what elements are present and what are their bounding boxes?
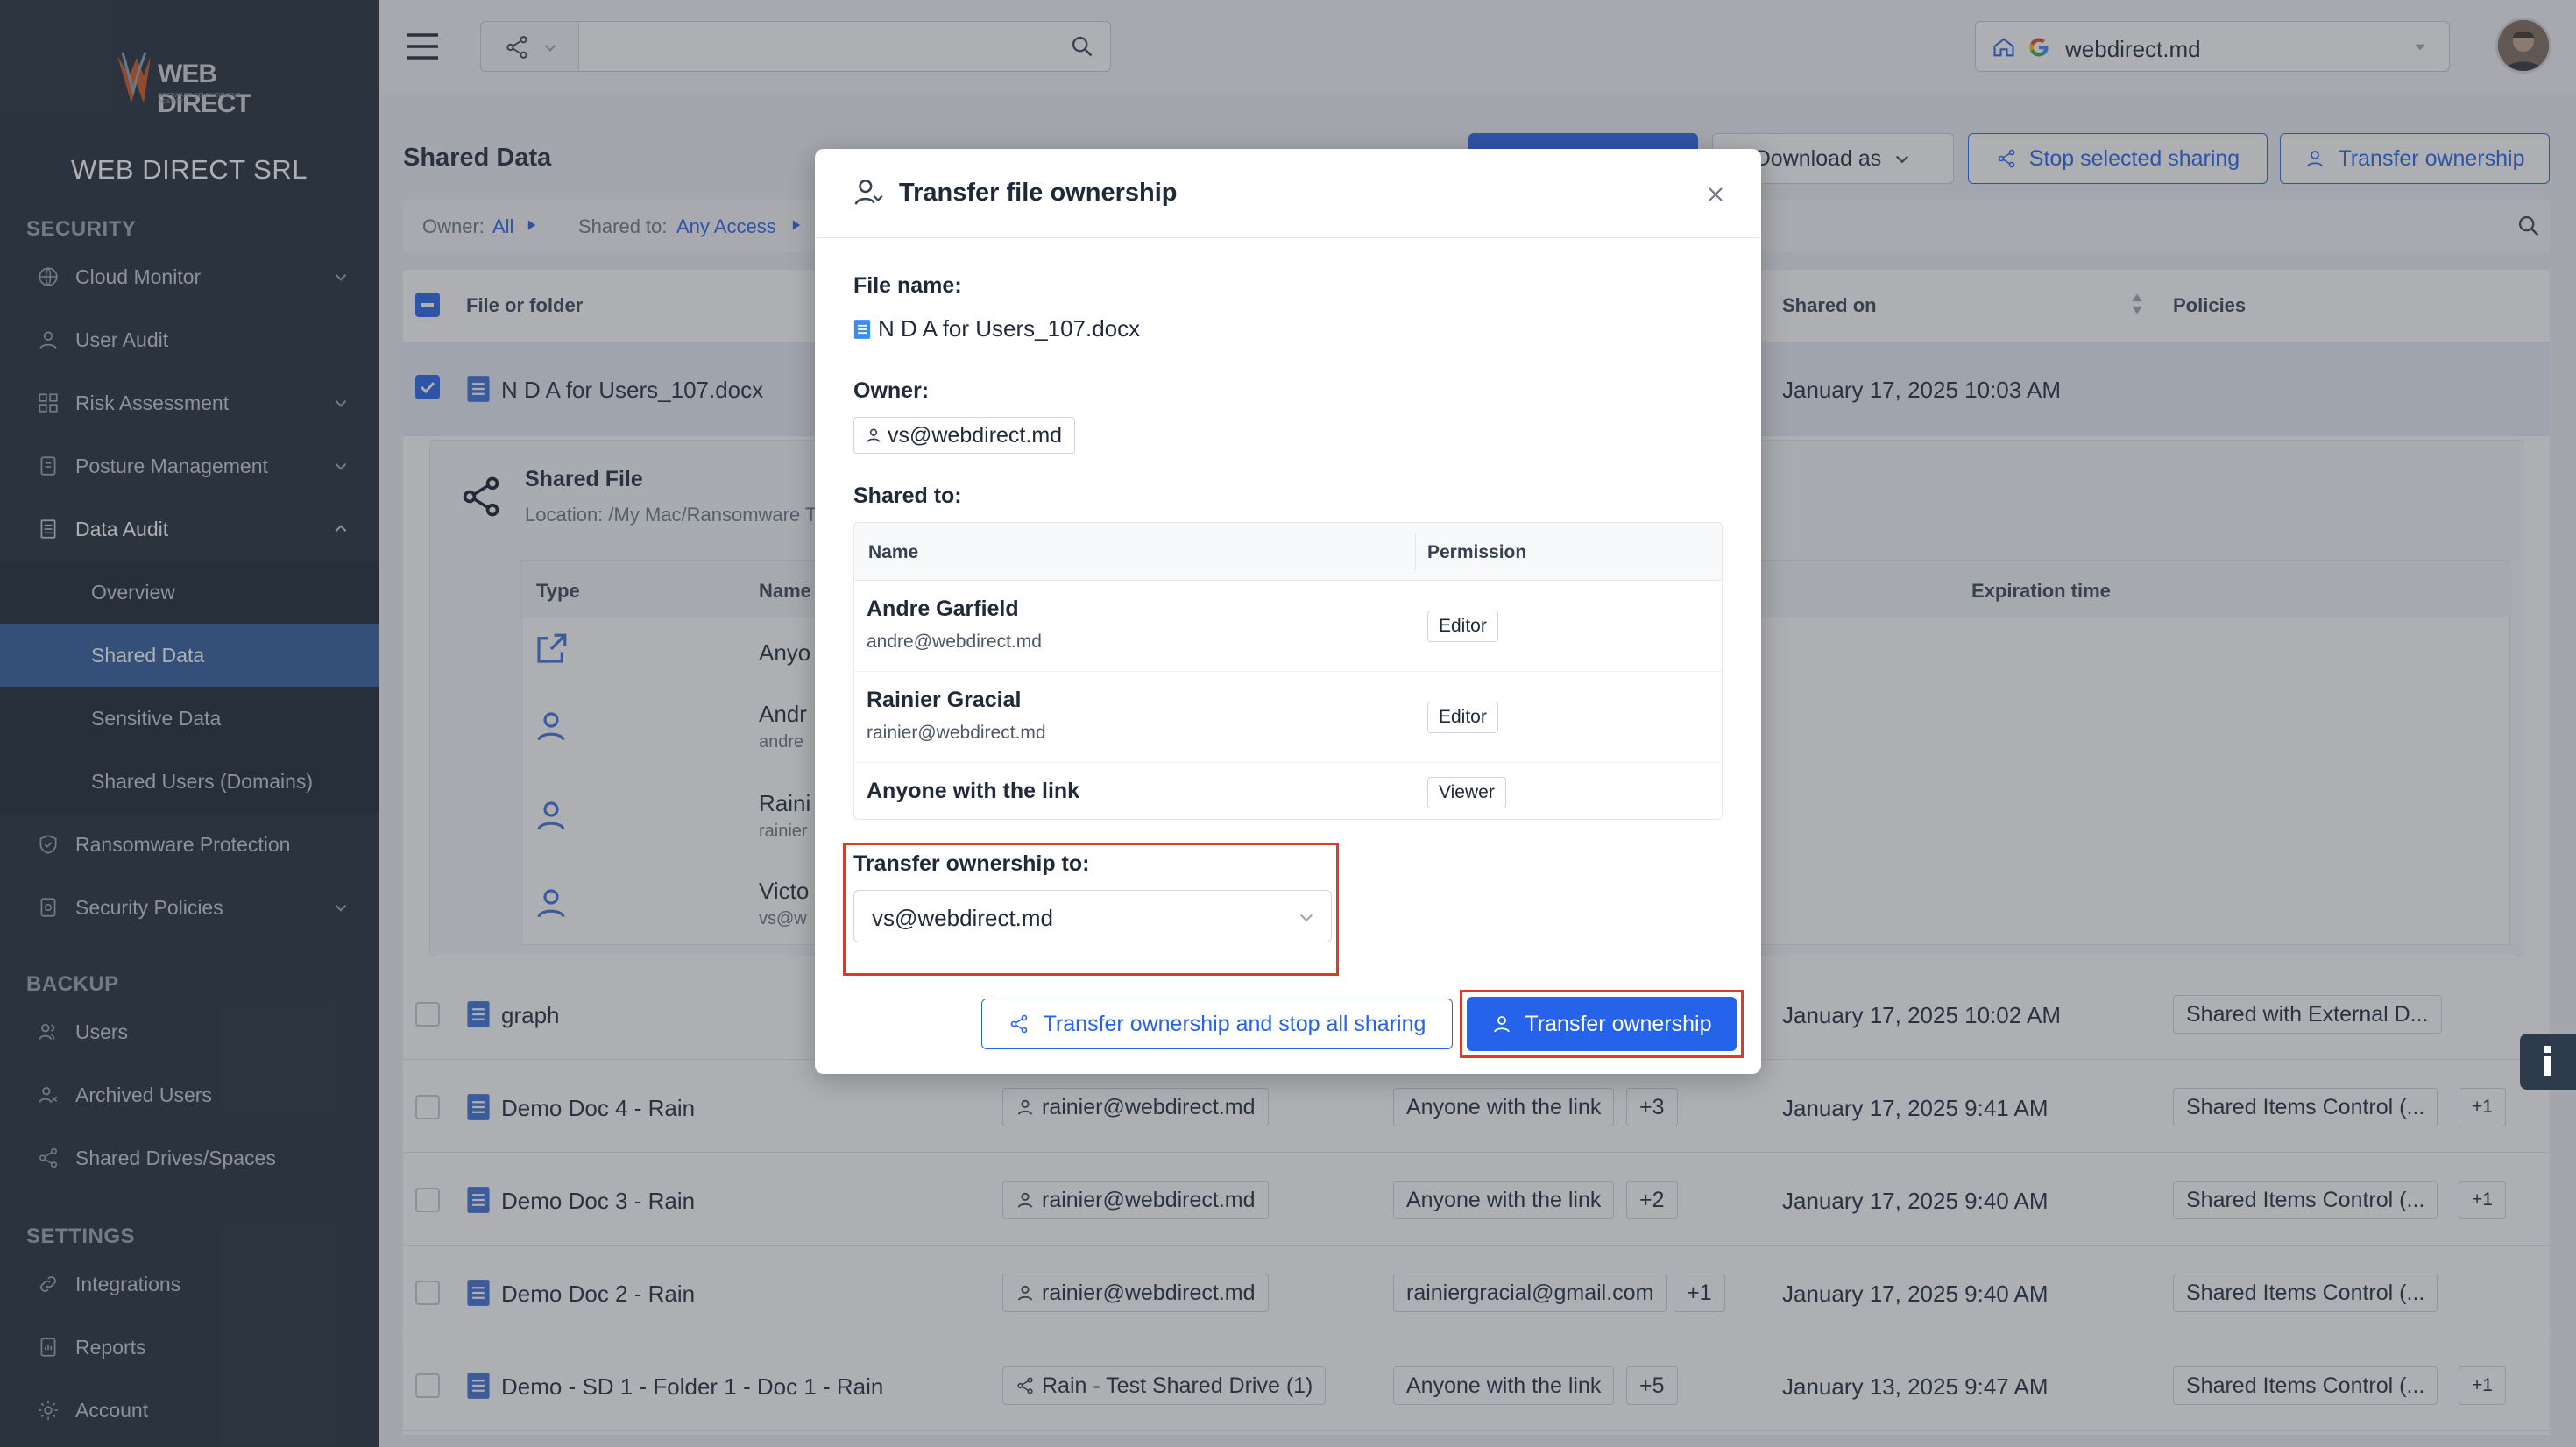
transfer-to-select[interactable]: vs@webdirect.md (853, 890, 1332, 942)
permission-badge: Editor (1427, 611, 1498, 642)
owner-value-chip: vs@webdirect.md (853, 417, 1076, 454)
chevron-down-icon (1300, 914, 1313, 922)
shared-to-row: Andre Garfield andre@webdirect.md Editor (854, 581, 1722, 672)
transfer-to-value: vs@webdirect.md (872, 905, 1054, 931)
share-user-email: rainier@webdirect.md (867, 723, 1046, 743)
file-name-value: N D A for Users_107.docx (878, 315, 1141, 342)
shared-to-table-header: Name Permission (854, 523, 1722, 581)
info-tab[interactable] (2520, 1034, 2576, 1090)
share-user-name: Rainier Gracial (867, 688, 1022, 712)
user-transfer-icon (854, 180, 883, 205)
close-icon[interactable] (1705, 184, 1726, 205)
share-user-name: Andre Garfield (867, 596, 1019, 621)
dialog-title: Transfer file ownership (899, 179, 1178, 207)
shared-to-row: Anyone with the link Viewer (854, 763, 1722, 819)
user-icon (1494, 1016, 1511, 1033)
document-icon (853, 320, 871, 339)
share-icon (1010, 1014, 1027, 1034)
transfer-to-label: Transfer ownership to: (853, 851, 1090, 876)
owner-value: vs@webdirect.md (888, 422, 1063, 448)
user-icon (867, 428, 881, 442)
owner-label: Owner: (853, 378, 930, 403)
share-user-name: Anyone with the link (867, 779, 1080, 803)
shared-to-table: Name Permission Andre Garfield andre@web… (853, 522, 1723, 820)
transfer-and-stop-sharing-label: Transfer ownership and stop all sharing (1043, 1011, 1426, 1036)
transfer-ownership-label: Transfer ownership (1525, 1011, 1712, 1036)
permission-badge: Viewer (1427, 777, 1506, 808)
col-name: Name (868, 542, 919, 562)
transfer-ownership-button[interactable]: Transfer ownership (1467, 997, 1737, 1051)
shared-to-label: Shared to: (853, 484, 962, 508)
share-user-email: andre@webdirect.md (867, 632, 1042, 652)
file-name-label: File name: (853, 273, 962, 298)
transfer-and-stop-sharing-button[interactable]: Transfer ownership and stop all sharing (981, 999, 1453, 1049)
transfer-ownership-dialog: Transfer file ownership File name: N D A… (815, 149, 1761, 1074)
info-icon (2544, 1046, 2551, 1076)
permission-badge: Editor (1427, 702, 1498, 733)
shared-to-row: Rainier Gracial rainier@webdirect.md Edi… (854, 672, 1722, 763)
col-permission: Permission (1427, 542, 1527, 562)
dialog-header: Transfer file ownership (815, 149, 1761, 238)
